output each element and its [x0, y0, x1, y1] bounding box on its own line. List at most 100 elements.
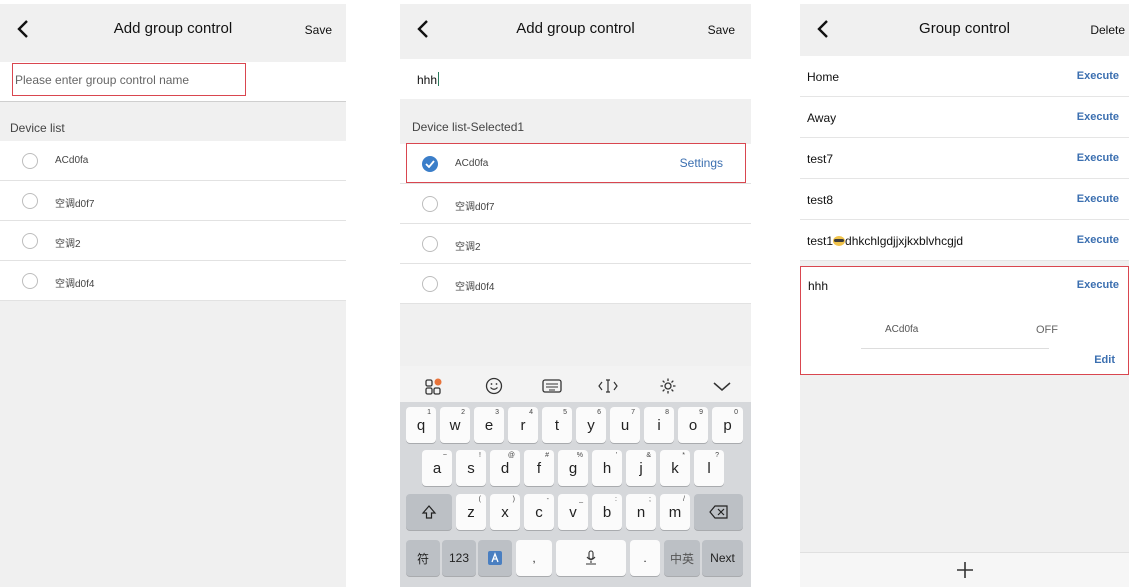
key-s[interactable]: ! s	[456, 450, 486, 486]
group-name: test7	[807, 152, 834, 166]
key-t[interactable]: 5t	[542, 407, 572, 443]
header: Group control Delete	[800, 4, 1129, 56]
execute-button[interactable]: Execute	[1077, 234, 1119, 246]
device-row[interactable]: 空调2	[0, 221, 346, 261]
key-e[interactable]: 3e	[474, 407, 504, 443]
key-j[interactable]: & j	[626, 450, 656, 486]
execute-button[interactable]: Execute	[1077, 152, 1119, 164]
key-f[interactable]: # f	[524, 450, 554, 486]
execute-button[interactable]: Execute	[1077, 111, 1119, 123]
key-r[interactable]: 4r	[508, 407, 538, 443]
device-list-heading: Device list-Selected1	[412, 120, 525, 134]
group-row[interactable]: test7 Execute	[800, 138, 1129, 179]
language-switch-key[interactable]	[478, 540, 512, 576]
apps-grid-icon[interactable]	[422, 375, 446, 397]
device-row[interactable]: 空调d0f4	[400, 264, 751, 304]
expanded-group-card[interactable]: hhh Execute ACd0fa OFF Edit	[800, 266, 1129, 375]
key-x[interactable]: ) x	[490, 494, 520, 530]
key-n[interactable]: ; n	[626, 494, 656, 530]
group-row[interactable]: test1 dhkchlgdjjxjkxblvhcgjd Execute	[800, 220, 1129, 261]
group-name: hhh	[808, 279, 829, 293]
key-y[interactable]: 6y	[576, 407, 606, 443]
radio-button[interactable]	[422, 236, 438, 252]
radio-button[interactable]	[22, 193, 38, 209]
device-name: 空调d0f4	[55, 279, 95, 290]
device-name: 空调2	[55, 239, 81, 250]
key-m[interactable]: / m	[660, 494, 690, 530]
device-list-heading: Device list	[10, 121, 65, 135]
key-u[interactable]: 7u	[610, 407, 640, 443]
comma-key[interactable]: ,	[516, 540, 552, 576]
shift-key[interactable]	[406, 494, 452, 530]
device-row[interactable]: 空调d0f7	[400, 184, 751, 224]
next-key[interactable]: Next	[702, 540, 743, 576]
group-row[interactable]: Away Execute	[800, 97, 1129, 138]
device-row[interactable]: 空调d0f7	[0, 181, 346, 221]
radio-button[interactable]	[22, 233, 38, 249]
cursor-icon[interactable]	[596, 375, 620, 397]
group-row[interactable]: test8 Execute	[800, 179, 1129, 220]
execute-button[interactable]: Execute	[1077, 70, 1119, 82]
device-row[interactable]: 空调2	[400, 224, 751, 264]
key-g[interactable]: % g	[558, 450, 588, 486]
emoji-icon[interactable]	[482, 375, 506, 397]
space-key[interactable]	[556, 540, 626, 576]
key-z[interactable]: (z	[456, 494, 486, 530]
device-name: 空调d0f4	[455, 282, 495, 293]
key-k[interactable]: * k	[660, 450, 690, 486]
radio-button[interactable]	[422, 276, 438, 292]
sunglasses-emoji-icon	[833, 236, 846, 246]
selected-row-highlight	[406, 143, 746, 183]
execute-button[interactable]: Execute	[1077, 279, 1119, 291]
key-p[interactable]: 0p	[712, 407, 743, 443]
group-row[interactable]: Home Execute	[800, 56, 1129, 97]
key-w[interactable]: 2w	[440, 407, 470, 443]
add-group-bar[interactable]	[800, 552, 1129, 587]
group-name: Away	[807, 111, 837, 125]
save-button[interactable]: Save	[708, 23, 735, 37]
key-d[interactable]: @ d	[490, 450, 520, 486]
divider	[861, 348, 1049, 349]
plus-icon	[956, 562, 973, 578]
gear-icon[interactable]	[656, 375, 680, 397]
key-i[interactable]: 8i	[644, 407, 674, 443]
numbers-key[interactable]: 123	[442, 540, 476, 576]
typed-value: hhh	[417, 73, 438, 87]
device-row[interactable]: 空调d0f4	[0, 261, 346, 301]
period-key[interactable]: .	[630, 540, 660, 576]
key-q[interactable]: 1q	[406, 407, 436, 443]
symbols-key[interactable]: 符	[406, 540, 440, 576]
keyboard-icon[interactable]	[540, 375, 564, 397]
execute-button[interactable]: Execute	[1077, 193, 1119, 205]
group-name: test1 dhkchlgdjjxjkxblvhcgjd	[807, 234, 964, 248]
header: Add group control Save	[400, 4, 751, 56]
group-name-input[interactable]	[12, 63, 246, 96]
radio-button[interactable]	[422, 196, 438, 212]
radio-button[interactable]	[22, 273, 38, 289]
key-c[interactable]: -c	[524, 494, 554, 530]
page-title: Group control	[919, 20, 1010, 37]
microphone-icon	[586, 550, 596, 565]
key-b[interactable]: :b	[592, 494, 622, 530]
edit-button[interactable]: Edit	[1094, 354, 1115, 366]
save-button[interactable]: Save	[305, 23, 332, 37]
key-v[interactable]: _ v	[558, 494, 588, 530]
text-caret	[438, 72, 440, 86]
soft-keyboard: 1q 2w 3e 4r 5t 6y 7u 8i 9o 0p ~ a ! s @ d #…	[400, 402, 751, 587]
member-device-state: OFF	[1036, 324, 1058, 336]
name-field-row	[0, 62, 346, 102]
group-name: Home	[807, 70, 840, 84]
key-h[interactable]: ' h	[592, 450, 622, 486]
device-name: 空调d0f7	[455, 202, 495, 213]
key-o[interactable]: 9o	[678, 407, 708, 443]
keyboard-toolbar	[400, 366, 751, 406]
group-name-input[interactable]: hhh	[400, 59, 751, 99]
key-l[interactable]: ? l	[694, 450, 724, 486]
backspace-key[interactable]	[694, 494, 743, 530]
radio-button[interactable]	[22, 153, 38, 169]
device-row[interactable]: ACd0fa	[0, 141, 346, 181]
key-a[interactable]: ~ a	[422, 450, 452, 486]
chinese-english-key[interactable]: 中英	[664, 540, 700, 576]
collapse-keyboard-icon[interactable]	[710, 375, 734, 397]
delete-button[interactable]: Delete	[1090, 23, 1125, 37]
